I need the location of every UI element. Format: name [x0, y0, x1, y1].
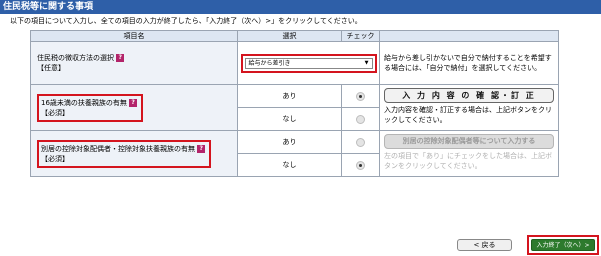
collection-method-select[interactable]: 給与から差引き ▼ — [244, 57, 373, 69]
row-separate-yes: 別居の控除対象配偶者・控除対象扶養親族の有無 ? 【必須】 あり 別居の控除対象… — [30, 130, 559, 177]
dependents-radio-yes-cell — [341, 84, 380, 108]
header-select: 選択 — [237, 30, 342, 42]
separate-label: 別居の控除対象配偶者・控除対象扶養親族の有無 — [41, 144, 195, 153]
help-icon[interactable]: ? — [116, 54, 125, 62]
dependents-label: 16歳未満の扶養親族の有無 — [41, 98, 127, 107]
collection-select-cell: 給与から差引き ▼ — [237, 41, 380, 85]
separate-action-cell: 別居の控除対象配偶者等について入力する 左の項目で「あり」にチェックをした場合は… — [379, 130, 559, 177]
form-table: 項目名 選択 チェック 住民税の徴収方法の選択 ? 【任意】 給与から差引き ▼… — [30, 30, 559, 177]
page-title: 住民税等に関する事項 — [0, 0, 601, 14]
row-collection-method: 住民税の徴収方法の選択 ? 【任意】 給与から差引き ▼ 給与から差し引かないで… — [30, 41, 559, 85]
separate-option-yes: あり — [237, 130, 342, 154]
back-button[interactable]: < 戻る — [457, 239, 512, 251]
header-blank — [379, 30, 559, 42]
help-icon[interactable]: ? — [129, 98, 138, 107]
collection-method-cell: 住民税の徴収方法の選択 ? 【任意】 — [30, 41, 238, 85]
collection-select-highlight: 給与から差引き ▼ — [240, 53, 377, 73]
dependents-option-yes: あり — [237, 84, 342, 108]
header-check: チェック — [341, 30, 380, 42]
separate-radio-no-cell — [341, 153, 380, 177]
dependents-radio-no[interactable] — [356, 114, 365, 124]
header-item: 項目名 — [30, 30, 238, 42]
separate-input-button[interactable]: 別居の控除対象配偶者等について入力する — [384, 134, 554, 149]
dependents-note: 【必須】 — [41, 108, 69, 117]
next-button[interactable]: 入力終了（次へ）> — [531, 239, 595, 251]
dependents-highlight: 16歳未満の扶養親族の有無 ? 【必須】 — [37, 93, 144, 122]
collection-description: 給与から差し引かないで自分で納付することを希望する場合には、「自分で納付」を選択… — [379, 41, 559, 85]
dependents-radio-yes[interactable] — [356, 91, 365, 101]
dependents-option-no: なし — [237, 107, 342, 131]
separate-radio-yes[interactable] — [356, 137, 365, 147]
dependents-cell: 16歳未満の扶養親族の有無 ? 【必須】 — [30, 84, 238, 131]
dependents-description: 入力内容を確認・訂正する場合は、上記ボタンをクリックしてください。 — [384, 106, 552, 124]
dropdown-arrow-icon: ▼ — [364, 59, 369, 66]
help-icon[interactable]: ? — [197, 144, 206, 153]
separate-option-no: なし — [237, 153, 342, 177]
collection-select-value: 給与から差引き — [248, 59, 291, 67]
separate-radio-no[interactable] — [356, 160, 365, 170]
instruction-text: 以下の項目について入力し、全ての項目の入力が終了したら、「入力終了（次へ）>」を… — [10, 17, 362, 25]
dependents-radio-no-cell — [341, 107, 380, 131]
collection-method-note: 【任意】 — [37, 64, 65, 72]
next-button-highlight: 入力終了（次へ）> — [527, 235, 599, 255]
separate-highlight: 別居の控除対象配偶者・控除対象扶養親族の有無 ? 【必須】 — [37, 139, 212, 168]
dependents-action-cell: 入 力 内 容 の 確 認・訂 正 入力内容を確認・訂正する場合は、上記ボタンを… — [379, 84, 559, 131]
collection-method-label: 住民税の徴収方法の選択 — [37, 54, 114, 62]
separate-cell: 別居の控除対象配偶者・控除対象扶養親族の有無 ? 【必須】 — [30, 130, 238, 177]
header-row: 項目名 選択 チェック — [30, 30, 559, 42]
separate-note: 【必須】 — [41, 154, 69, 163]
separate-radio-yes-cell — [341, 130, 380, 154]
row-dependents-yes: 16歳未満の扶養親族の有無 ? 【必須】 あり 入 力 内 容 の 確 認・訂 … — [30, 84, 559, 131]
separate-description: 左の項目で「あり」にチェックをした場合は、上記ボタンをクリックしてください。 — [384, 152, 552, 170]
confirm-edit-button[interactable]: 入 力 内 容 の 確 認・訂 正 — [384, 88, 554, 103]
